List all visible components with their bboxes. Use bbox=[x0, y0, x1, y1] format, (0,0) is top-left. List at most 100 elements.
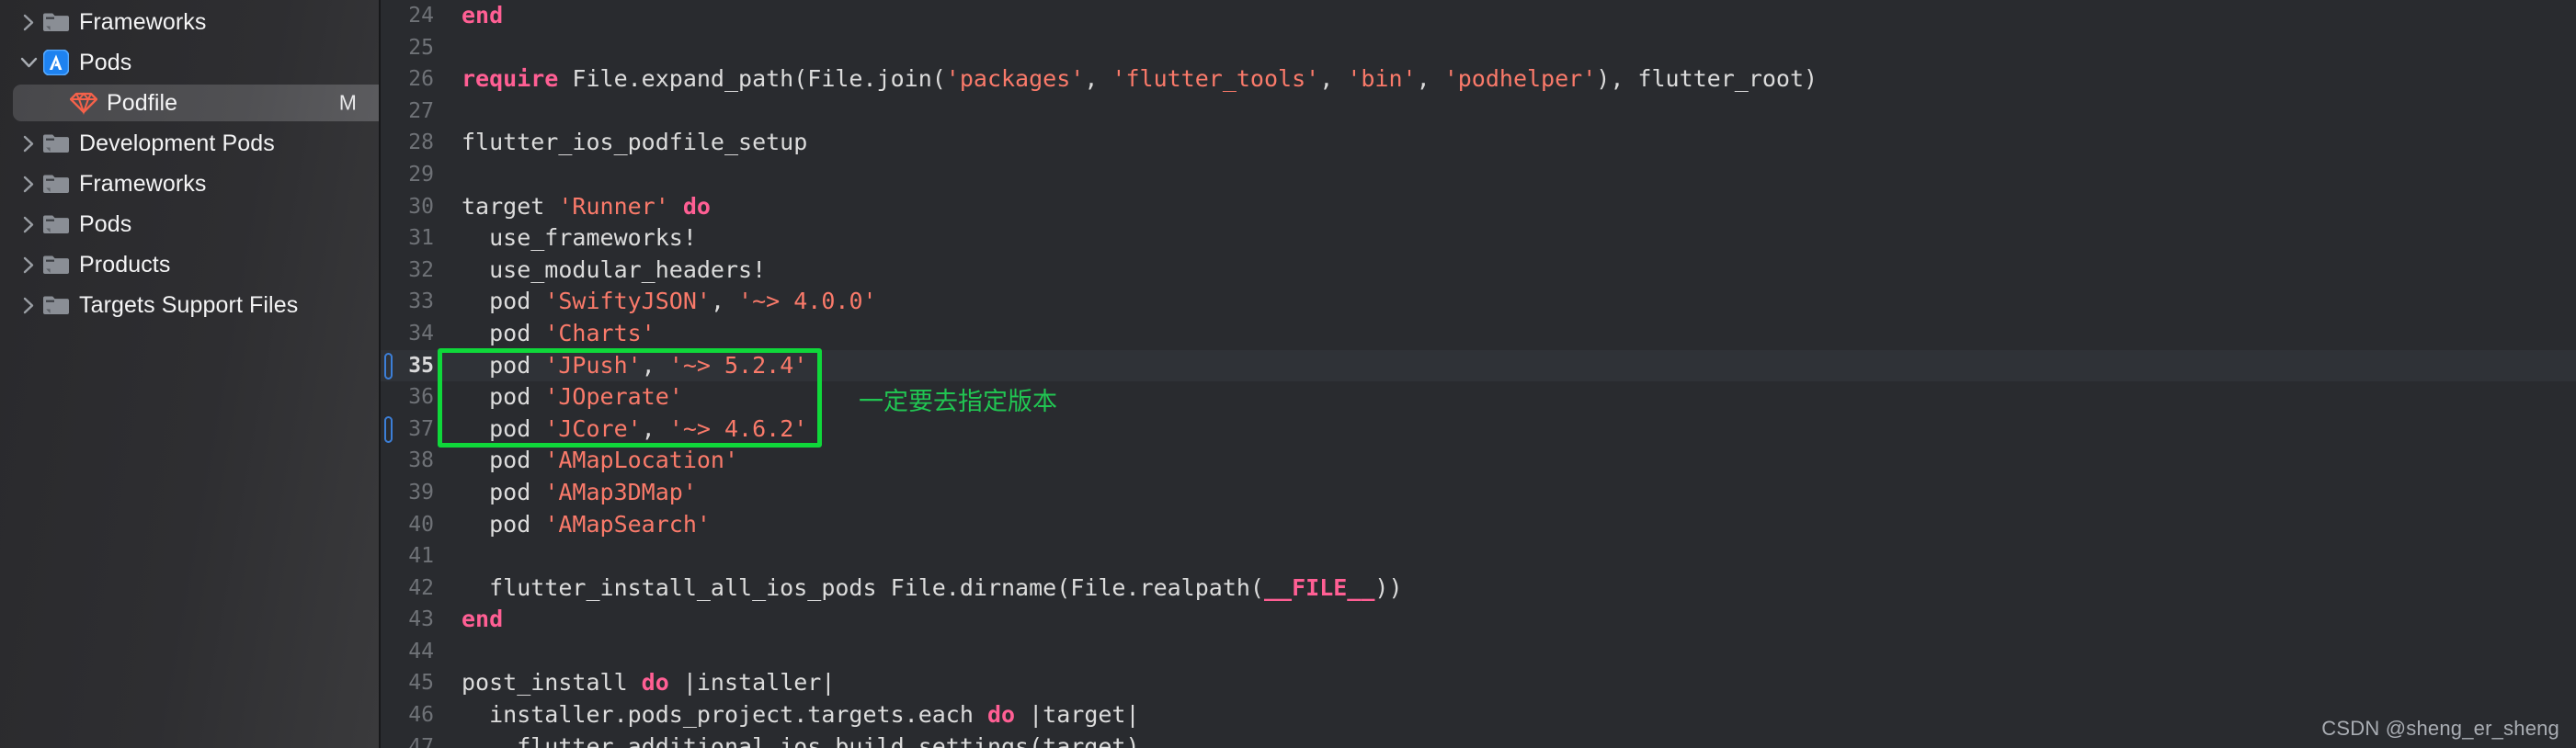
folder-icon bbox=[40, 254, 72, 276]
code-text: flutter_ios_podfile_setup bbox=[449, 127, 807, 159]
sidebar-item-label: Development Pods bbox=[79, 130, 275, 156]
folder-icon bbox=[43, 175, 69, 193]
code-line[interactable]: 43 end bbox=[381, 604, 2576, 636]
folder-icon bbox=[43, 215, 69, 233]
sidebar-item-pods[interactable]: Pods bbox=[0, 204, 379, 244]
folder-icon bbox=[40, 11, 72, 33]
code-token: '~> 5.2.4' bbox=[668, 351, 808, 379]
code-token: pod bbox=[462, 319, 545, 346]
code-editor[interactable]: 24 end 25 26 require File.expand_path(File.j… bbox=[379, 0, 2576, 748]
code-token: , bbox=[1319, 65, 1348, 93]
code-token: 'bin' bbox=[1347, 65, 1417, 93]
code-token: pod bbox=[462, 288, 545, 315]
code-text: flutter_additional_ios_build_settings(ta… bbox=[449, 731, 1139, 748]
ruby-gem-icon bbox=[68, 91, 99, 115]
sidebar-item-development-pods[interactable]: Development Pods bbox=[0, 123, 379, 164]
sidebar-item-label: Pods bbox=[79, 49, 132, 75]
code-line[interactable]: 29 bbox=[381, 159, 2576, 191]
code-text: use_frameworks! bbox=[449, 222, 697, 255]
line-number: 25 bbox=[408, 35, 434, 60]
code-line[interactable]: 47 flutter_additional_ios_build_settings… bbox=[381, 731, 2576, 748]
code-line[interactable]: 41 bbox=[381, 540, 2576, 572]
code-text: pod 'Charts' bbox=[449, 318, 655, 350]
code-token: do bbox=[641, 669, 669, 697]
code-token: pod bbox=[462, 447, 545, 474]
chevron-right-icon[interactable] bbox=[17, 14, 40, 31]
code-text: pod 'JPush', '~> 5.2.4' bbox=[449, 350, 807, 382]
code-token: 'JPush' bbox=[544, 351, 642, 379]
chevron-right-icon bbox=[23, 216, 33, 232]
code-line[interactable]: 46 installer.pods_project.targets.each d… bbox=[381, 699, 2576, 731]
project-navigator-sidebar[interactable]: Frameworks Pods Podfile M Development Pods Fr… bbox=[0, 0, 379, 748]
code-line[interactable]: 27 bbox=[381, 96, 2576, 128]
line-number: 42 bbox=[408, 575, 434, 600]
chevron-right-icon[interactable] bbox=[17, 256, 40, 274]
chevron-down-icon bbox=[20, 57, 37, 67]
sidebar-item-frameworks[interactable]: Frameworks bbox=[0, 2, 379, 42]
folder-icon bbox=[43, 13, 69, 31]
code-line[interactable]: 38 pod 'AMapLocation' bbox=[381, 445, 2576, 477]
folder-icon bbox=[43, 255, 69, 274]
chevron-right-icon[interactable] bbox=[17, 135, 40, 153]
code-token: 'JOperate' bbox=[544, 383, 683, 411]
line-number: 43 bbox=[408, 607, 434, 632]
folder-icon bbox=[40, 294, 72, 316]
code-line[interactable]: 45 post_install do |installer| bbox=[381, 667, 2576, 699]
line-number: 26 bbox=[408, 67, 434, 92]
code-token: , bbox=[1416, 65, 1444, 93]
code-token: 'Runner' bbox=[558, 192, 669, 220]
chevron-right-icon[interactable] bbox=[17, 176, 40, 193]
line-number: 32 bbox=[408, 257, 434, 282]
chevron-right-icon bbox=[23, 297, 33, 313]
code-token: post_install bbox=[462, 669, 642, 697]
code-token: 'packages' bbox=[945, 65, 1085, 93]
sidebar-item-frameworks[interactable]: Frameworks bbox=[0, 164, 379, 204]
line-number: 24 bbox=[408, 4, 434, 28]
code-line[interactable]: 30 target 'Runner' do bbox=[381, 191, 2576, 223]
code-text: flutter_install_all_ios_pods File.dirnam… bbox=[449, 572, 1402, 605]
change-marker-icon[interactable] bbox=[384, 352, 393, 380]
annotation-text: 一定要去指定版本 bbox=[859, 388, 1057, 416]
code-token: pod bbox=[462, 414, 545, 442]
code-line[interactable]: 39 pod 'AMap3DMap' bbox=[381, 477, 2576, 509]
code-line[interactable]: 40 pod 'AMapSearch' bbox=[381, 509, 2576, 541]
code-line[interactable]: 31 use_frameworks! bbox=[381, 222, 2576, 255]
code-line[interactable]: 37 pod 'JCore', '~> 4.6.2' bbox=[381, 414, 2576, 446]
sidebar-item-label: Frameworks bbox=[79, 8, 207, 35]
folder-icon bbox=[40, 173, 72, 195]
code-text: require File.expand_path(File.join('pack… bbox=[449, 63, 1818, 96]
code-token: installer.pods_project.targets.each bbox=[462, 701, 987, 729]
code-text: pod 'AMapSearch' bbox=[449, 509, 711, 541]
code-line[interactable]: 32 use_modular_headers! bbox=[381, 255, 2576, 287]
code-line[interactable]: 28 flutter_ios_podfile_setup bbox=[381, 127, 2576, 159]
code-line[interactable]: 42 flutter_install_all_ios_pods File.dir… bbox=[381, 572, 2576, 605]
chevron-right-icon[interactable] bbox=[17, 216, 40, 233]
code-line[interactable]: 44 bbox=[381, 636, 2576, 668]
code-line[interactable]: 35 pod 'JPush', '~> 5.2.4' bbox=[381, 349, 2576, 382]
code-token: '~> 4.0.0' bbox=[738, 288, 877, 315]
code-line[interactable]: 34 pod 'Charts' bbox=[381, 318, 2576, 350]
code-token: do bbox=[682, 192, 711, 220]
sidebar-item-pods[interactable]: Pods bbox=[0, 42, 379, 83]
chevron-right-icon bbox=[23, 14, 33, 30]
sidebar-item-targets-support-files[interactable]: Targets Support Files bbox=[0, 285, 379, 325]
line-number: 39 bbox=[408, 480, 434, 504]
code-line[interactable]: 36 pod 'JOperate' bbox=[381, 381, 2576, 414]
sidebar-item-products[interactable]: Products bbox=[0, 244, 379, 285]
code-line[interactable]: 24 end bbox=[381, 0, 2576, 32]
change-marker-icon[interactable] bbox=[384, 415, 393, 443]
code-text: post_install do |installer| bbox=[449, 667, 835, 699]
code-token: use_frameworks! bbox=[462, 224, 697, 252]
code-line[interactable]: 33 pod 'SwiftyJSON', '~> 4.0.0' bbox=[381, 286, 2576, 318]
code-line-list: 24 end 25 26 require File.expand_path(File.j… bbox=[381, 0, 2576, 748]
chevron-down-icon[interactable] bbox=[17, 57, 40, 69]
code-token: end bbox=[462, 2, 504, 28]
sidebar-item-podfile[interactable]: Podfile M bbox=[0, 83, 379, 123]
code-text: installer.pods_project.targets.each do |… bbox=[449, 699, 1139, 731]
code-token: 'SwiftyJSON' bbox=[544, 288, 711, 315]
chevron-right-icon[interactable] bbox=[17, 297, 40, 314]
line-number: 34 bbox=[408, 321, 434, 346]
code-line[interactable]: 26 require File.expand_path(File.join('pa… bbox=[381, 63, 2576, 96]
code-line[interactable]: 25 bbox=[381, 32, 2576, 64]
